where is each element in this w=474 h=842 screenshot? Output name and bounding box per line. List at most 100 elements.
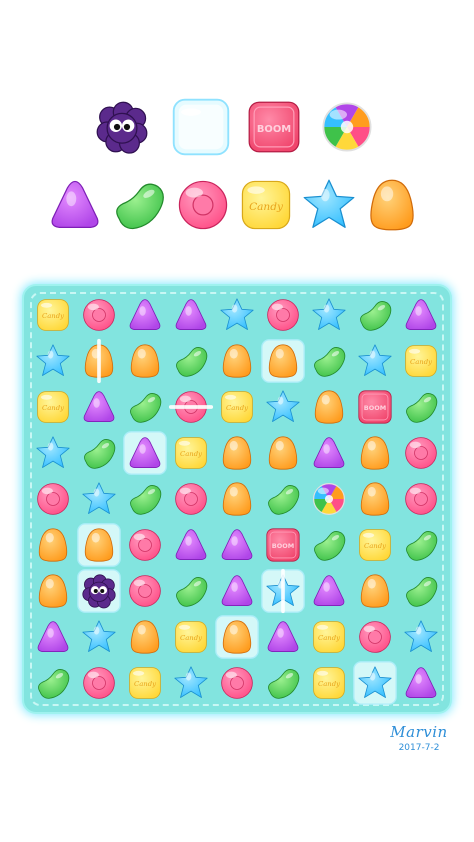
board-cell-round[interactable] <box>76 292 122 338</box>
board-cell-drop[interactable] <box>306 384 352 430</box>
board-cell-drop[interactable] <box>214 476 260 522</box>
board-cell-triangle[interactable] <box>398 660 444 706</box>
board-cell-round[interactable] <box>76 660 122 706</box>
board-cell-boom[interactable]: BOOM <box>352 384 398 430</box>
board-cell-round[interactable] <box>260 292 306 338</box>
board-cell-triangle[interactable] <box>122 292 168 338</box>
board-cell-round[interactable] <box>122 522 168 568</box>
board-cell-triangle[interactable] <box>398 292 444 338</box>
candy-grid: Candy Candy Candy Candy BOOM Candy BOOM Candy Ca… <box>30 292 444 706</box>
board-cell-square[interactable]: Candy <box>214 384 260 430</box>
board-cell-drop[interactable] <box>260 430 306 476</box>
board-cell-drop[interactable] <box>214 614 260 660</box>
board-cell-bean[interactable] <box>260 476 306 522</box>
board-cell-star[interactable] <box>260 384 306 430</box>
board-cell-bean[interactable] <box>398 522 444 568</box>
svg-text:Candy: Candy <box>226 404 248 412</box>
board-cell-triangle[interactable] <box>260 614 306 660</box>
board-cell-square[interactable]: Candy <box>122 660 168 706</box>
board-cell-drop[interactable] <box>352 568 398 614</box>
board-cell-berry[interactable] <box>76 568 122 614</box>
board-cell-square[interactable]: Candy <box>30 384 76 430</box>
board-cell-triangle[interactable] <box>306 568 352 614</box>
board-cell-square[interactable]: Candy <box>30 292 76 338</box>
board-cell-drop[interactable] <box>30 568 76 614</box>
artist-signature: Marvin 2017-7-2 <box>384 723 454 753</box>
board-cell-round[interactable] <box>168 476 214 522</box>
svg-text:Candy: Candy <box>42 404 64 412</box>
board-cell-star[interactable] <box>30 338 76 384</box>
svg-text:BOOM: BOOM <box>272 542 294 550</box>
board-cell-square[interactable]: Candy <box>168 430 214 476</box>
ice-block-icon <box>170 96 232 158</box>
board-cell-round[interactable] <box>168 384 214 430</box>
board-cell-rainbow[interactable] <box>306 476 352 522</box>
board-cell-square[interactable]: Candy <box>398 338 444 384</box>
board-cell-round[interactable] <box>30 476 76 522</box>
board-cell-bean[interactable] <box>76 430 122 476</box>
board-cell-drop[interactable] <box>352 476 398 522</box>
board-cell-bean[interactable] <box>122 476 168 522</box>
board-cell-bean[interactable] <box>398 384 444 430</box>
board-cell-star[interactable] <box>352 338 398 384</box>
blocker-berry-icon <box>91 96 153 158</box>
board-cell-star[interactable] <box>76 476 122 522</box>
board-cell-triangle[interactable] <box>76 384 122 430</box>
board-cell-drop[interactable] <box>214 338 260 384</box>
svg-text:Candy: Candy <box>180 634 202 642</box>
board-cell-star[interactable] <box>398 614 444 660</box>
board-cell-drop[interactable] <box>122 614 168 660</box>
board-cell-triangle[interactable] <box>168 292 214 338</box>
board-cell-square[interactable]: Candy <box>352 522 398 568</box>
board-cell-triangle[interactable] <box>214 568 260 614</box>
board-cell-triangle[interactable] <box>30 614 76 660</box>
board-cell-triangle[interactable] <box>168 522 214 568</box>
board-cell-square[interactable]: Candy <box>306 614 352 660</box>
purple-triangle-candy-icon <box>44 174 106 236</box>
board-cell-star[interactable] <box>306 292 352 338</box>
board-cell-bean[interactable] <box>260 660 306 706</box>
board-cell-bean[interactable] <box>168 568 214 614</box>
board-cell-bean[interactable] <box>122 384 168 430</box>
board-cell-star[interactable] <box>76 614 122 660</box>
board-cell-bean[interactable] <box>306 338 352 384</box>
boom-box-icon: BOOM <box>243 96 305 158</box>
board-cell-triangle[interactable] <box>214 522 260 568</box>
board-cell-bean[interactable] <box>398 568 444 614</box>
signature-name: Marvin <box>390 723 448 741</box>
board-cell-bean[interactable] <box>306 522 352 568</box>
board-cell-drop[interactable] <box>30 522 76 568</box>
board-cell-square[interactable]: Candy <box>168 614 214 660</box>
board-cell-star[interactable] <box>352 660 398 706</box>
svg-text:Candy: Candy <box>318 680 340 688</box>
board-cell-star[interactable] <box>214 292 260 338</box>
orange-drop-candy-icon <box>361 174 423 236</box>
board-cell-boom[interactable]: BOOM <box>260 522 306 568</box>
board-cell-round[interactable] <box>214 660 260 706</box>
board-cell-star[interactable] <box>30 430 76 476</box>
board-cell-round[interactable] <box>352 614 398 660</box>
board-cell-triangle[interactable] <box>306 430 352 476</box>
svg-text:BOOM: BOOM <box>257 124 291 135</box>
green-bean-candy-icon <box>108 174 170 236</box>
board-cell-drop[interactable] <box>214 430 260 476</box>
board-cell-round[interactable] <box>398 476 444 522</box>
board-cell-star[interactable] <box>168 660 214 706</box>
svg-text:Candy: Candy <box>42 312 64 320</box>
board-cell-bean[interactable] <box>30 660 76 706</box>
board-cell-round[interactable] <box>122 568 168 614</box>
board-cell-drop[interactable] <box>76 522 122 568</box>
board-cell-drop[interactable] <box>122 338 168 384</box>
blue-star-candy-icon <box>298 174 360 236</box>
svg-text:Candy: Candy <box>410 358 432 366</box>
board-cell-bean[interactable] <box>168 338 214 384</box>
board-cell-triangle[interactable] <box>122 430 168 476</box>
board-cell-drop[interactable] <box>352 430 398 476</box>
special-pieces-legend: BOOM <box>0 96 474 166</box>
board-cell-bean[interactable] <box>352 292 398 338</box>
board-cell-drop[interactable] <box>76 338 122 384</box>
board-cell-square[interactable]: Candy <box>306 660 352 706</box>
board-cell-round[interactable] <box>398 430 444 476</box>
board-cell-star[interactable] <box>260 568 306 614</box>
board-cell-drop[interactable] <box>260 338 306 384</box>
